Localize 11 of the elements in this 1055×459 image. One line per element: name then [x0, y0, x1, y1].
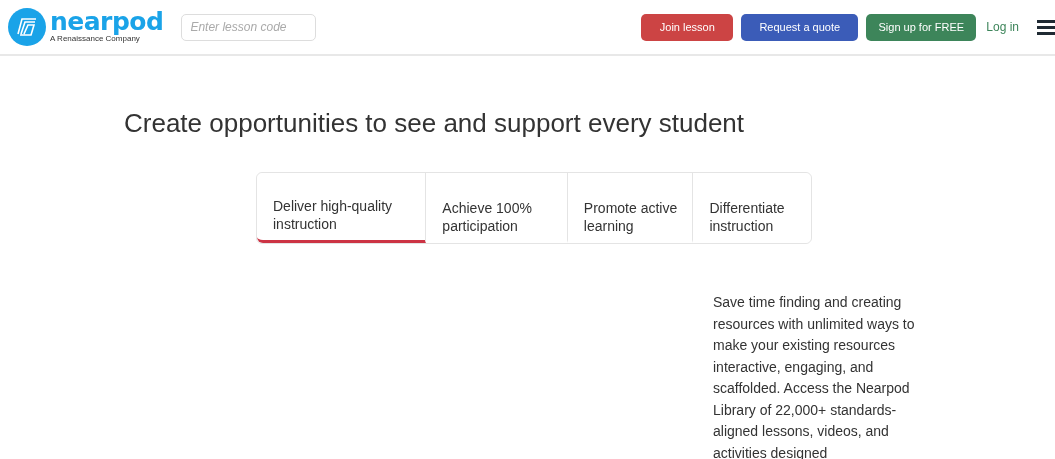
- tab[interactable]: Deliver high-quality instruction: [257, 173, 427, 243]
- page-heading: Create opportunities to see and support every student: [124, 108, 746, 138]
- quote-button[interactable]: Request a quote: [741, 13, 859, 41]
- logo-icon: [8, 8, 46, 46]
- lesson-code-field[interactable]: Enter lesson code: [181, 13, 317, 41]
- signup-button[interactable]: Sign up for FREE: [866, 13, 977, 41]
- logo-wordmark: nearpod: [50, 11, 164, 33]
- menu-icon[interactable]: [1037, 19, 1055, 35]
- join-button[interactable]: Join lesson: [641, 13, 734, 41]
- login-link[interactable]: Log in: [986, 20, 1019, 34]
- logo-tagline: A Renaissance Company: [50, 34, 140, 43]
